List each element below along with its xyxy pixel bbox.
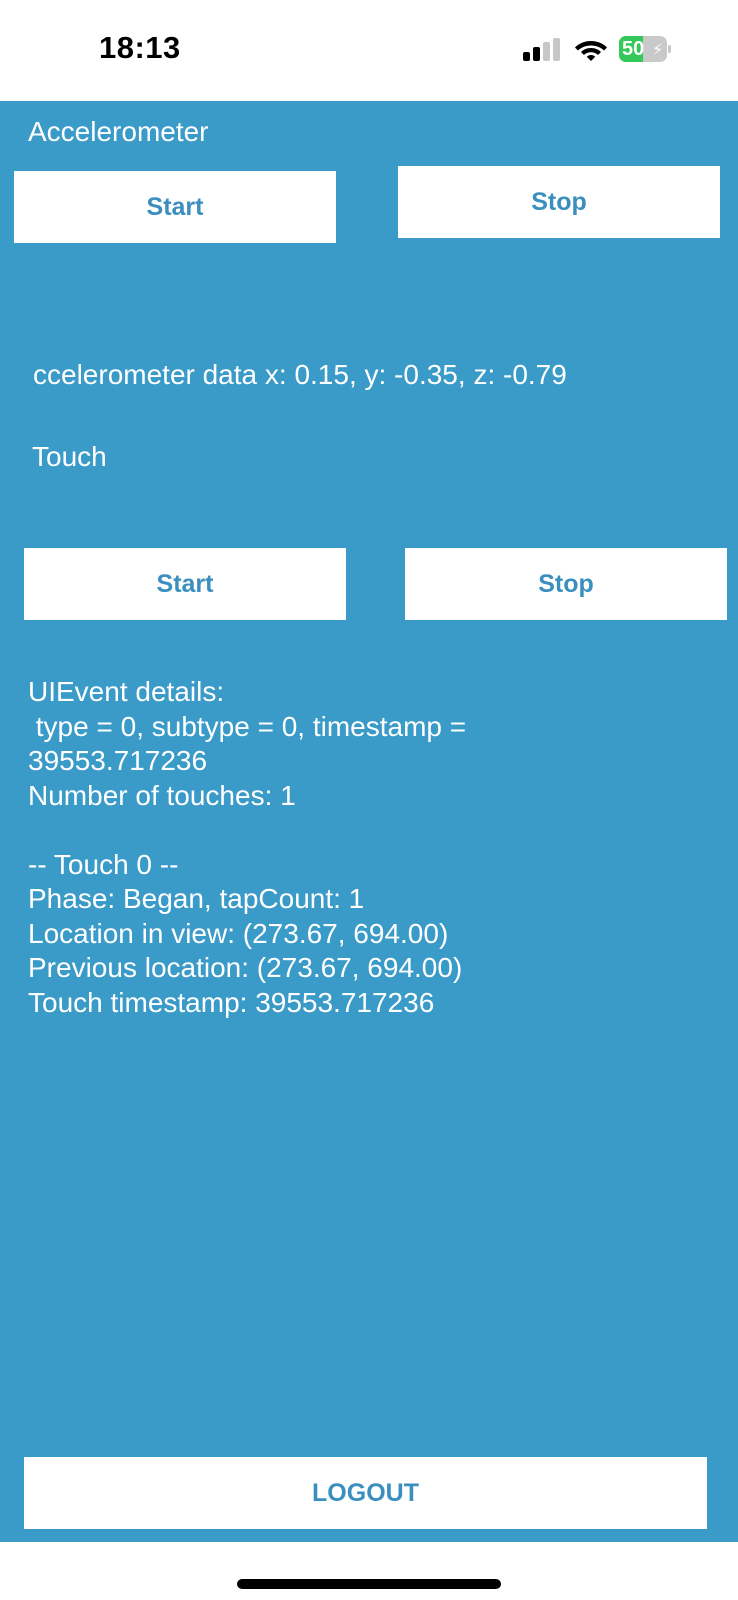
accelerometer-start-button[interactable]: Start — [14, 171, 336, 243]
touch-stop-button[interactable]: Stop — [405, 548, 727, 620]
battery-cap — [668, 45, 671, 53]
status-time: 18:13 — [99, 30, 181, 65]
uievent-details-text: UIEvent details: type = 0, subtype = 0, … — [28, 676, 467, 1018]
home-indicator[interactable] — [237, 1579, 501, 1589]
battery-body: 50 ⚡︎ — [619, 36, 667, 62]
cellular-signal-icon — [523, 38, 560, 61]
home-indicator-area — [0, 1542, 738, 1600]
touch-title: Touch — [32, 441, 107, 472]
battery-charging-icon: 50 ⚡︎ — [619, 36, 671, 62]
logout-button[interactable]: LOGOUT — [24, 1457, 707, 1529]
status-bar: 18:13 50 ⚡︎ — [0, 0, 738, 101]
accelerometer-stop-button[interactable]: Stop — [398, 166, 720, 238]
accelerometer-data-text: ccelerometer data x: 0.15, y: -0.35, z: … — [33, 359, 567, 390]
accelerometer-title: Accelerometer — [28, 116, 209, 147]
wifi-icon — [575, 41, 607, 61]
touch-start-button[interactable]: Start — [24, 548, 346, 620]
main-content: Accelerometer Start Stop ccelerometer da… — [0, 101, 738, 1542]
charging-bolt-icon: ⚡︎ — [652, 42, 664, 59]
